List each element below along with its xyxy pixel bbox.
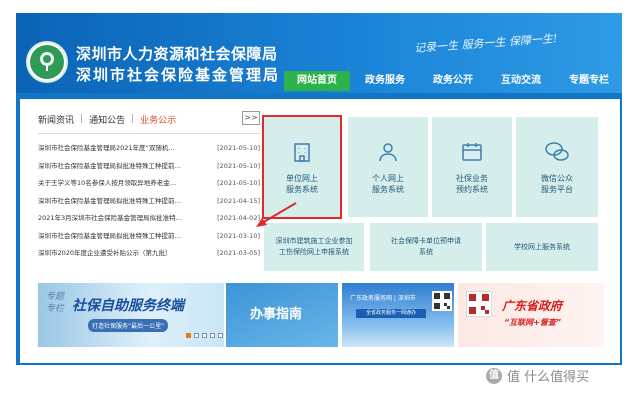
main-nav: 网站首页 政务服务 政务公开 互动交流 专题专栏 bbox=[284, 71, 622, 91]
tab-separator: | bbox=[80, 114, 84, 124]
news-title: 2021年3月深圳市社会保险基金管理局拟批准特… bbox=[38, 214, 183, 222]
banner-title: 办事指南 bbox=[250, 307, 303, 322]
self-service-terminal-banner[interactable]: 专题专栏 社保自助服务终端 打造社保服务“最后一公里” bbox=[38, 283, 224, 347]
carousel-dot[interactable] bbox=[194, 333, 199, 338]
news-date: [2021-05-10] bbox=[217, 179, 260, 187]
site-logo[interactable] bbox=[26, 41, 68, 83]
news-date: [2021-05-10] bbox=[217, 161, 260, 170]
news-date: [2021-04-02] bbox=[217, 214, 260, 222]
wechat-service-tile[interactable]: 微信公众 服务平台 bbox=[516, 117, 598, 217]
carousel-dot[interactable] bbox=[210, 333, 215, 338]
news-list: 深圳市社会保险基金管理局2021年度“双随机… [2021-05-10] 深圳市社… bbox=[38, 140, 260, 263]
tile-label: 深圳市建筑施工企业参加 工伤保险网上申报系统 bbox=[275, 237, 353, 256]
tab-business[interactable]: 业务公示 bbox=[140, 113, 176, 126]
news-tabs: 新闻资讯 | 通知公告 | 业务公示 bbox=[38, 111, 260, 127]
watermark: 值 值 什么值得买 bbox=[486, 366, 589, 385]
tile-label: 社保业务 预约系统 bbox=[456, 174, 488, 194]
news-title: 深圳市社会保险基金管理局拟批准特殊工种提前… bbox=[38, 161, 181, 170]
watermark-text: 值 什么值得买 bbox=[507, 370, 590, 385]
site-header: 深圳市人力资源和社会保障局 深圳市社会保险基金管理局 记录一生 服务一生 保障一… bbox=[16, 13, 622, 93]
carousel-dots bbox=[186, 333, 223, 338]
list-item[interactable]: 深圳市社会保险基金管理局拟批准特殊工种提前… [2021-05-10] bbox=[38, 158, 260, 176]
news-panel: 新闻资讯 | 通知公告 | 业务公示 >> 深圳市社会保险基金管理局2021年度… bbox=[38, 111, 260, 263]
news-title: 深圳市2020年度企业遭受补贴公示（第九批） bbox=[38, 249, 172, 257]
site-title-line1: 深圳市人力资源和社会保障局 bbox=[76, 45, 278, 63]
gd-internet-supervision-banner[interactable]: 广东省政府 “互联网+督查” bbox=[458, 283, 604, 347]
nav-topics[interactable]: 专题专栏 bbox=[556, 71, 622, 91]
main-content: 新闻资讯 | 通知公告 | 业务公示 >> 深圳市社会保险基金管理局2021年度… bbox=[20, 99, 620, 363]
website-frame: 深圳市人力资源和社会保障局 深圳市社会保险基金管理局 记录一生 服务一生 保障一… bbox=[16, 13, 622, 365]
header-slogan: 记录一生 服务一生 保障一生! bbox=[413, 32, 558, 55]
list-item[interactable]: 深圳市社会保险基金管理局拟批准特殊工种提前… [2021-03-10] bbox=[38, 228, 260, 246]
calendar-icon bbox=[459, 139, 485, 165]
banner-side-label: 专题专栏 bbox=[46, 292, 65, 314]
carousel-dot[interactable] bbox=[186, 333, 191, 338]
news-title: 关于王学义等10名参保人按月领取异地养老金… bbox=[38, 179, 177, 187]
nav-gov-affairs[interactable]: 政务公开 bbox=[420, 71, 486, 91]
banner-subtitle: “互联网+督查” bbox=[504, 318, 562, 327]
list-item[interactable]: 关于王学义等10名参保人按月领取异地养老金… [2021-05-10] bbox=[38, 175, 260, 193]
news-title: 深圳市社会保险基金管理局2021年度“双随机… bbox=[38, 144, 175, 152]
more-button[interactable]: >> bbox=[242, 111, 260, 125]
carousel-dot[interactable] bbox=[218, 333, 223, 338]
banner-subtitle: 全省政务服务一网通办 bbox=[356, 309, 426, 318]
nav-gov-service[interactable]: 政务服务 bbox=[352, 71, 418, 91]
qr-code-icon bbox=[466, 291, 492, 317]
tree-emblem-icon bbox=[30, 45, 64, 79]
news-title: 深圳市社会保险基金管理局拟批准特殊工种提前… bbox=[38, 231, 181, 240]
list-item[interactable]: 2021年3月深圳市社会保险基金管理局拟批准特… [2021-04-02] bbox=[38, 210, 260, 228]
person-icon bbox=[375, 139, 401, 165]
qr-code-icon bbox=[432, 291, 452, 311]
nav-home[interactable]: 网站首页 bbox=[284, 71, 350, 91]
social-card-tile[interactable]: 社会保障卡单位预申请 系统 bbox=[370, 223, 482, 271]
gd-gov-service-banner[interactable]: 广东政务服务网 | 深圳市 全省政务服务一网通办 bbox=[342, 283, 454, 347]
school-service-tile[interactable]: 学校网上服务系统 bbox=[486, 223, 598, 271]
tile-label: 微信公众 服务平台 bbox=[541, 174, 573, 194]
carousel-dot[interactable] bbox=[202, 333, 207, 338]
list-item[interactable]: 深圳市社会保险基金管理局2021年度“双随机… [2021-05-10] bbox=[38, 140, 260, 158]
unit-service-tile[interactable]: 单位网上 服务系统 bbox=[264, 117, 340, 217]
site-title-line2: 深圳市社会保险基金管理局 bbox=[76, 66, 281, 84]
construction-injury-tile[interactable]: 深圳市建筑施工企业参加 工伤保险网上申报系统 bbox=[264, 223, 364, 271]
booking-service-tile[interactable]: 社保业务 预约系统 bbox=[432, 117, 512, 217]
news-date: [2021-03-10] bbox=[217, 231, 260, 240]
list-item[interactable]: 深圳市2020年度企业遭受补贴公示（第九批） [2021-03-05] bbox=[38, 245, 260, 263]
tab-notices[interactable]: 通知公告 bbox=[89, 113, 125, 126]
wechat-icon bbox=[544, 139, 570, 165]
tile-label: 社会保障卡单位预申请 系统 bbox=[391, 237, 461, 256]
personal-service-tile[interactable]: 个人网上 服务系统 bbox=[348, 117, 428, 217]
tab-news[interactable]: 新闻资讯 bbox=[38, 113, 74, 126]
tile-label: 单位网上 服务系统 bbox=[286, 174, 318, 194]
tab-separator: | bbox=[131, 114, 135, 124]
banner-title: 广东政务服务网 | 深圳市 bbox=[350, 295, 416, 302]
banner-title: 社保自助服务终端 bbox=[72, 298, 184, 314]
tile-label: 个人网上 服务系统 bbox=[372, 174, 404, 194]
zhi-logo-icon: 值 bbox=[486, 367, 502, 384]
service-guide-banner[interactable]: 办事指南 bbox=[226, 283, 338, 347]
nav-interaction[interactable]: 互动交流 bbox=[488, 71, 554, 91]
banner-subtitle: 打造社保服务“最后一公里” bbox=[88, 319, 169, 332]
list-item[interactable]: 深圳市社会保险基金管理局拟批准特殊工种提前… [2021-04-15] bbox=[38, 193, 260, 211]
news-date: [2021-05-10] bbox=[217, 144, 260, 152]
building-icon bbox=[289, 139, 315, 165]
news-title: 深圳市社会保险基金管理局拟批准特殊工种提前… bbox=[38, 196, 181, 205]
news-divider bbox=[38, 133, 260, 134]
tile-label: 学校网上服务系统 bbox=[514, 242, 570, 251]
news-date: [2021-03-05] bbox=[217, 249, 260, 257]
news-date: [2021-04-15] bbox=[217, 196, 260, 205]
banner-title: 广东省政府 bbox=[502, 299, 563, 313]
